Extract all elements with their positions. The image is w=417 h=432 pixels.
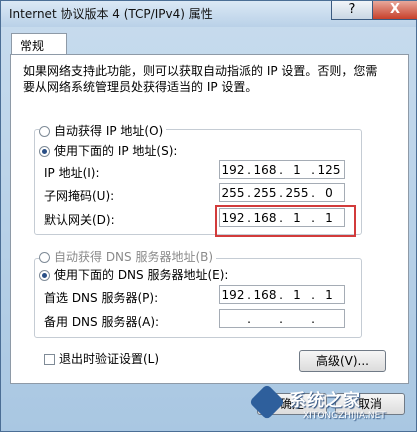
octet: 192 <box>221 162 245 177</box>
auto-dns-label: 自动获得 DNS 服务器地址(B) <box>54 250 214 264</box>
default-gateway-label: 默认网关(D): <box>44 213 115 227</box>
octet: 255 <box>221 185 245 200</box>
radio-icon <box>39 252 50 263</box>
octet: 192 <box>221 287 245 302</box>
preferred-dns-field[interactable]: 192. 168. 1. 1 <box>219 285 345 304</box>
tab-general[interactable]: 常规 <box>11 33 67 55</box>
close-button[interactable]: X <box>372 1 417 20</box>
validate-checkbox[interactable]: 退出时验证设置(L) <box>44 350 159 367</box>
ip-address-label: IP 地址(I): <box>44 166 100 180</box>
description-text: 如果网络支持此功能，则可以获取自动指派的 IP 设置。否则，您需要从网络系统管理… <box>23 64 378 94</box>
subnet-mask-field[interactable]: 255. 255. 255. 0 <box>219 183 345 202</box>
advanced-button[interactable]: 高级(V)... <box>299 350 386 372</box>
manual-ip-label: 使用下面的 IP 地址(S): <box>54 144 178 158</box>
radio-icon <box>39 126 50 137</box>
manual-dns-label: 使用下面的 DNS 服务器地址(E): <box>54 268 229 282</box>
dialog-window: Internet 协议版本 4 (TCP/IPv4) 属性 ? X 常规 如果网… <box>0 0 417 432</box>
auto-dns-radio[interactable]: 自动获得 DNS 服务器地址(B) <box>39 248 217 265</box>
octet: 1 <box>293 287 301 302</box>
octet: 1 <box>325 287 333 302</box>
checkbox-icon <box>44 354 55 365</box>
window-title: Internet 协议版本 4 (TCP/IPv4) 属性 <box>9 7 213 21</box>
radio-selected-icon <box>39 146 50 157</box>
subnet-mask-label: 子网掩码(U): <box>44 189 115 203</box>
gateway-highlight-box <box>215 205 356 237</box>
octet: 0 <box>325 185 333 200</box>
auto-ip-radio[interactable]: 自动获得 IP 地址(O) <box>39 122 167 139</box>
ip-address-field[interactable]: 192. 168. 1. 125 <box>219 160 345 179</box>
octet: 1 <box>293 162 301 177</box>
title-bar: Internet 协议版本 4 (TCP/IPv4) 属性 ? X <box>1 1 417 27</box>
preferred-dns-label: 首选 DNS 服务器(P): <box>44 291 159 305</box>
validate-label: 退出时验证设置(L) <box>59 352 160 366</box>
octet: 255 <box>285 185 309 200</box>
alternate-dns-label: 备用 DNS 服务器(A): <box>44 315 160 329</box>
auto-ip-label: 自动获得 IP 地址(O) <box>54 124 164 138</box>
octet: 168 <box>253 287 277 302</box>
alternate-dns-field[interactable]: . . . <box>219 309 345 328</box>
octet: 255 <box>253 185 277 200</box>
help-button[interactable]: ? <box>331 1 373 20</box>
manual-dns-radio[interactable]: 使用下面的 DNS 服务器地址(E): <box>39 266 232 283</box>
watermark: 系统之家 XITONGZHIJIA.NET <box>248 383 411 430</box>
manual-ip-radio[interactable]: 使用下面的 IP 地址(S): <box>39 142 181 159</box>
radio-selected-icon <box>39 270 50 281</box>
watermark-url: XITONGZHIJIA.NET <box>303 411 386 421</box>
octet: 168 <box>253 162 277 177</box>
watermark-logo-icon <box>248 383 286 421</box>
watermark-text: 系统之家 <box>289 391 361 411</box>
octet: 125 <box>317 162 341 177</box>
